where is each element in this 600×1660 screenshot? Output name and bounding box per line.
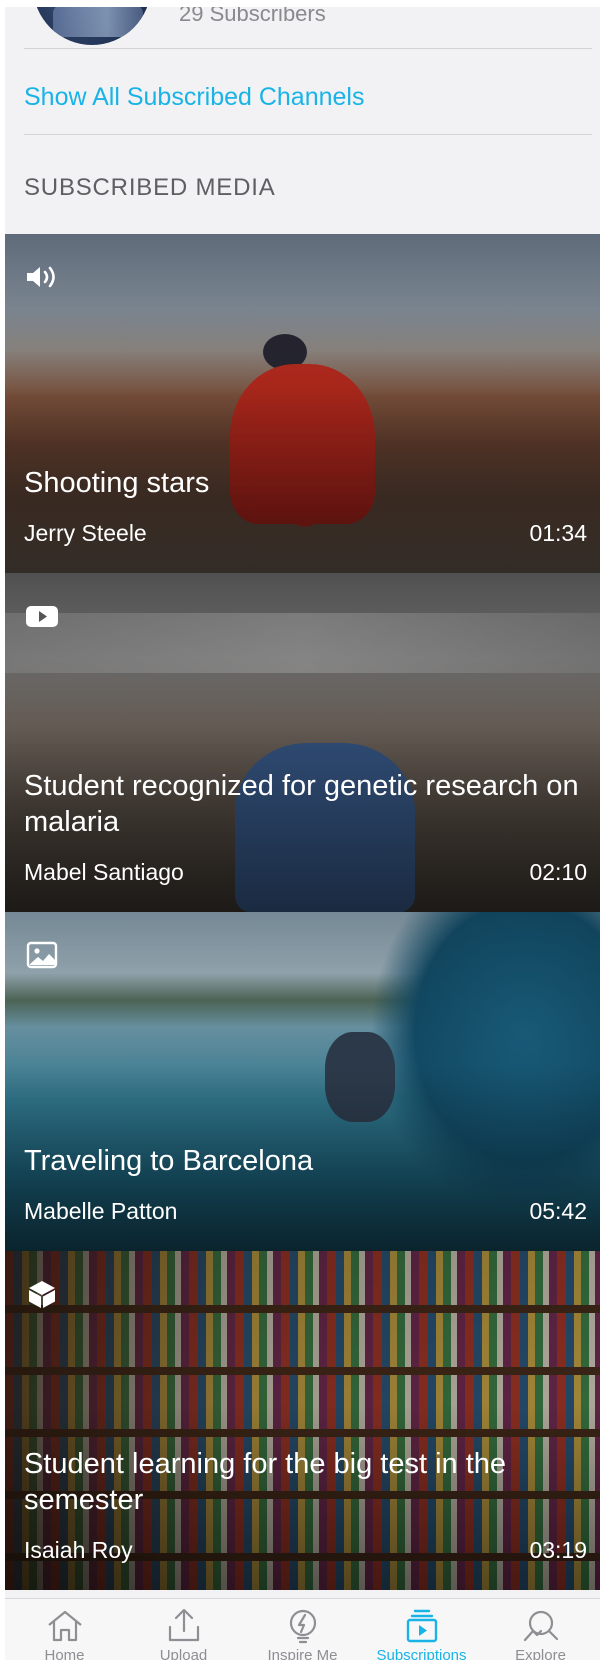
media-duration: 01:34 [529,520,587,546]
media-title: Student recognized for genetic research … [24,770,579,838]
tab-label: Inspire Me [267,1647,338,1660]
video-play-icon [24,601,60,631]
media-author: Jerry Steele [24,520,147,546]
channel-avatar [33,7,151,45]
media-card[interactable]: Student recognized for genetic research … [5,573,600,912]
media-title: Shooting stars [24,467,210,499]
subscriptions-icon [406,1609,437,1643]
media-title: Student learning for the big test in the… [24,1448,507,1516]
lightbulb-icon [289,1609,316,1644]
media-author: Mabelle Patton [24,1198,178,1224]
speaker-icon [24,262,60,292]
explore-search-icon [523,1610,558,1642]
tab-label: Home [44,1647,85,1660]
media-duration: 05:42 [529,1198,587,1224]
section-title: SUBSCRIBED MEDIA [24,174,276,201]
subscribed-media-list: Shooting stars Jerry Steele 01:34 Studen… [5,234,600,1590]
media-card[interactable]: Traveling to Barcelona Mabelle Patton 05… [5,912,600,1251]
home-icon [47,1610,82,1642]
divider [24,48,592,49]
media-card[interactable]: Student learning for the big test in the… [5,1251,600,1590]
image-icon [24,940,60,970]
tab-explore[interactable]: Explore [481,1599,600,1660]
divider [24,134,592,135]
media-author: Mabel Santiago [24,859,184,885]
tab-label: Subscriptions [376,1647,467,1660]
tab-home[interactable]: Home [5,1599,124,1660]
tab-upload[interactable]: Upload [124,1599,243,1660]
tab-label: Explore [515,1647,566,1660]
channel-row[interactable]: 29 Subscribers [5,7,600,51]
media-card[interactable]: Shooting stars Jerry Steele 01:34 [5,234,600,573]
upload-icon [168,1608,199,1642]
media-author: Isaiah Roy [24,1537,133,1563]
tab-subscriptions[interactable]: Subscriptions [362,1599,481,1660]
media-title: Traveling to Barcelona [24,1145,314,1177]
channel-subscriber-count: 29 Subscribers [179,7,326,26]
media-duration: 03:19 [529,1537,587,1563]
tab-inspire-me[interactable]: Inspire Me [243,1599,362,1660]
tab-label: Upload [159,1647,208,1660]
show-all-subscribed-channels-link[interactable]: Show All Subscribed Channels [24,83,364,112]
media-duration: 02:10 [529,859,587,885]
app-screen: 29 Subscribers Show All Subscribed Chann… [5,7,600,1660]
cube-icon [24,1279,60,1309]
bottom-tab-bar: Home Upload Inspire Me Subscriptions Exp… [5,1598,600,1660]
